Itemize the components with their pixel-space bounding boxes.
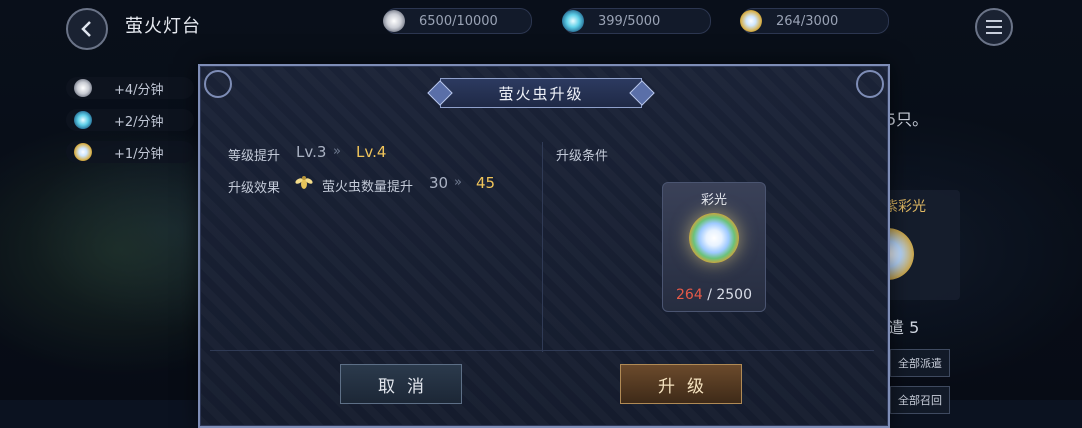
resource-gold: 264/3000: [740, 8, 889, 34]
dialog-title: 萤火虫升级: [498, 84, 584, 103]
rate-blue: +2/分钟: [66, 109, 194, 131]
menu-button[interactable]: [975, 8, 1013, 46]
requirement-separator: /: [707, 287, 712, 303]
recall-all-button[interactable]: 全部召回: [890, 386, 950, 414]
resource-blue: 399/5000: [562, 8, 711, 34]
effect-label: 升级效果: [228, 181, 281, 196]
dialog-title-banner: 萤火虫升级: [440, 78, 642, 108]
dispatch-all-button[interactable]: 全部派遣: [890, 349, 950, 377]
requirement-need: 2500: [716, 287, 752, 303]
background-text: 5只。: [886, 110, 929, 129]
silver-orb-icon: [74, 79, 92, 97]
level-to: Lv.4: [356, 143, 387, 161]
frame-ornament-icon: [856, 70, 884, 98]
resource-blue-value: 399/5000: [598, 13, 661, 29]
frame-ornament-icon: [204, 70, 232, 98]
chevron-right-icon: »: [454, 175, 462, 190]
dispatch-count: 遣 5: [888, 318, 920, 337]
effect-name: 萤火虫数量提升: [322, 180, 414, 195]
gold-orb-icon: [74, 143, 92, 161]
back-arrow-icon: [81, 21, 91, 37]
requirement-card[interactable]: 彩光 264 / 2500: [662, 182, 766, 312]
requirement-amount: 264 / 2500: [663, 287, 765, 303]
column-divider: [542, 142, 543, 352]
rate-gold-label: +1/分钟: [114, 146, 164, 162]
effect-to: 45: [476, 174, 496, 192]
menu-icon-line: [986, 32, 1002, 34]
requirement-have: 264: [676, 287, 703, 303]
rate-blue-label: +2/分钟: [114, 114, 164, 130]
firefly-icon: [295, 176, 313, 189]
resource-silver: 6500/10000: [383, 8, 532, 34]
resource-silver-value: 6500/10000: [419, 13, 498, 29]
menu-icon: [986, 20, 1002, 22]
upgrade-dialog: 萤火虫升级 等级提升 Lv.3 » Lv.4 升级效果 萤火虫数量提升 30 »…: [198, 64, 890, 428]
cancel-button[interactable]: 取消: [340, 364, 462, 404]
resource-gold-value: 264/3000: [776, 13, 839, 29]
blue-orb-icon: [562, 10, 584, 32]
gold-orb-icon: [740, 10, 762, 32]
background-card-title: 紫彩光: [884, 199, 926, 215]
menu-icon-line: [986, 26, 1002, 28]
level-from: Lv.3: [296, 143, 327, 161]
rate-silver: +4/分钟: [66, 77, 194, 99]
rate-silver-label: +4/分钟: [114, 82, 164, 98]
effect-from: 30: [429, 174, 449, 192]
rainbow-orb-icon: [689, 213, 739, 263]
rate-gold: +1/分钟: [66, 141, 194, 163]
back-button[interactable]: [66, 8, 108, 50]
upgrade-button[interactable]: 升级: [620, 364, 742, 404]
page-title: 萤火灯台: [125, 16, 201, 37]
chevron-right-icon: »: [333, 144, 341, 159]
silver-orb-icon: [383, 10, 405, 32]
requirement-label: 升级条件: [556, 149, 609, 164]
requirement-name: 彩光: [700, 193, 727, 208]
footer-divider: [210, 350, 874, 351]
level-label: 等级提升: [228, 149, 281, 164]
blue-orb-icon: [74, 111, 92, 129]
